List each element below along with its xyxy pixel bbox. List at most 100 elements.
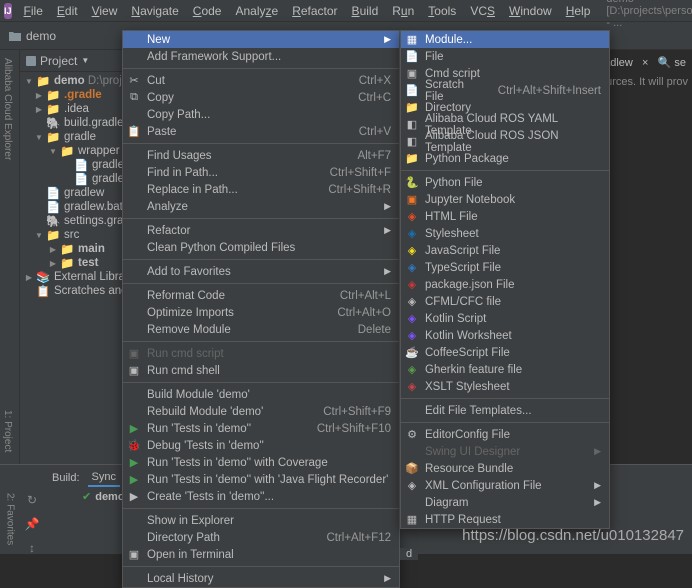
menu-create-tests[interactable]: ▶Create 'Tests in 'demo''... bbox=[123, 488, 399, 505]
submenu-javascript[interactable]: ◈JavaScript File bbox=[401, 242, 609, 259]
menu-analyze[interactable]: Analyze bbox=[229, 2, 284, 20]
tab-alibaba-explorer[interactable]: Alibaba Cloud Explorer bbox=[0, 50, 15, 168]
submenu-scratch[interactable]: 📄Scratch FileCtrl+Alt+Shift+Insert bbox=[401, 82, 609, 99]
menu-run[interactable]: Run bbox=[386, 2, 420, 20]
submenu-python-file[interactable]: 🐍Python File bbox=[401, 174, 609, 191]
submenu-cfml[interactable]: ◈CFML/CFC file bbox=[401, 293, 609, 310]
submenu-html[interactable]: ◈HTML File bbox=[401, 208, 609, 225]
submenu-kotlin-worksheet[interactable]: ◈Kotlin Worksheet bbox=[401, 327, 609, 344]
run-config-icon: ▶ bbox=[127, 490, 141, 504]
submenu-jupyter[interactable]: ▣Jupyter Notebook bbox=[401, 191, 609, 208]
menu-code[interactable]: Code bbox=[187, 2, 228, 20]
menu-new[interactable]: New▶ bbox=[123, 31, 399, 48]
menu-copy[interactable]: ⧉CopyCtrl+C bbox=[123, 89, 399, 106]
menu-find-usages[interactable]: Find UsagesAlt+F7 bbox=[123, 147, 399, 164]
submenu-edit-templates[interactable]: Edit File Templates... bbox=[401, 402, 609, 419]
menu-help[interactable]: Help bbox=[560, 2, 597, 20]
js-icon: ◈ bbox=[405, 244, 419, 258]
terminal-icon: ▣ bbox=[127, 364, 141, 378]
submenu-arrow-icon: ▶ bbox=[594, 446, 601, 457]
menu-edit[interactable]: Edit bbox=[51, 2, 84, 20]
expand-icon[interactable]: ↕ bbox=[29, 541, 35, 555]
kotlin-icon: ◈ bbox=[405, 312, 419, 326]
debug-icon: 🐞 bbox=[127, 439, 141, 453]
folder-icon bbox=[8, 29, 22, 43]
ts-icon: ◈ bbox=[405, 261, 419, 275]
new-submenu: ▦Module... 📄File ▣Cmd script 📄Scratch Fi… bbox=[400, 30, 610, 529]
tab-project[interactable]: 1: Project bbox=[0, 402, 15, 460]
submenu-resource-bundle[interactable]: 📦Resource Bundle bbox=[401, 460, 609, 477]
submenu-file[interactable]: 📄File bbox=[401, 48, 609, 65]
menu-build-module[interactable]: Build Module 'demo' bbox=[123, 386, 399, 403]
menu-window[interactable]: Window bbox=[503, 2, 558, 20]
menu-coverage[interactable]: ▶Run 'Tests in 'demo'' with Coverage bbox=[123, 454, 399, 471]
dropdown-icon[interactable]: ▼ bbox=[81, 56, 89, 65]
menu-analyze[interactable]: Analyze▶ bbox=[123, 198, 399, 215]
submenu-module[interactable]: ▦Module... bbox=[401, 31, 609, 48]
menu-find-in-path[interactable]: Find in Path...Ctrl+Shift+F bbox=[123, 164, 399, 181]
html-icon: ◈ bbox=[405, 210, 419, 224]
menu-refactor[interactable]: Refactor bbox=[286, 2, 343, 20]
menu-navigate[interactable]: Navigate bbox=[125, 2, 184, 20]
submenu-arrow-icon: ▶ bbox=[594, 480, 601, 491]
menu-run-tests[interactable]: ▶Run 'Tests in 'demo''Ctrl+Shift+F10 bbox=[123, 420, 399, 437]
menu-local-history[interactable]: Local History▶ bbox=[123, 570, 399, 587]
menu-copy-path[interactable]: Copy Path... bbox=[123, 106, 399, 123]
menu-paste[interactable]: 📋PasteCtrl+V bbox=[123, 123, 399, 140]
bundle-icon: 📦 bbox=[405, 462, 419, 476]
submenu-ros-json[interactable]: ◧Alibaba Cloud ROS JSON Template bbox=[401, 133, 609, 150]
menu-directory-path[interactable]: Directory PathCtrl+Alt+F12 bbox=[123, 529, 399, 546]
menu-clean-python[interactable]: Clean Python Compiled Files bbox=[123, 239, 399, 256]
breadcrumb-project[interactable]: demo bbox=[26, 29, 56, 43]
menu-optimize[interactable]: Optimize ImportsCtrl+Alt+O bbox=[123, 304, 399, 321]
xml-icon: ◈ bbox=[405, 479, 419, 493]
submenu-typescript[interactable]: ◈TypeScript File bbox=[401, 259, 609, 276]
menu-cut[interactable]: ✂CutCtrl+X bbox=[123, 72, 399, 89]
editorconfig-icon: ⚙ bbox=[405, 428, 419, 442]
npm-icon: ◈ bbox=[405, 278, 419, 292]
build-sync-tab[interactable]: Sync bbox=[88, 469, 120, 487]
python-pkg-icon: 📁 bbox=[405, 152, 419, 166]
submenu-arrow-icon: ▶ bbox=[594, 497, 601, 508]
submenu-http[interactable]: ▦HTTP Request bbox=[401, 511, 609, 528]
submenu-diagram[interactable]: Diagram▶ bbox=[401, 494, 609, 511]
menu-replace-in-path[interactable]: Replace in Path...Ctrl+Shift+R bbox=[123, 181, 399, 198]
menu-remove-module[interactable]: Remove ModuleDelete bbox=[123, 321, 399, 338]
panel-title: Project bbox=[40, 54, 77, 68]
submenu-xslt[interactable]: ◈XSLT Stylesheet bbox=[401, 378, 609, 395]
paste-icon: 📋 bbox=[127, 125, 141, 139]
menubar: IJ File Edit View Navigate Code Analyze … bbox=[0, 0, 692, 22]
menu-refactor[interactable]: Refactor▶ bbox=[123, 222, 399, 239]
menu-vcs[interactable]: VCS bbox=[464, 2, 501, 20]
window-title: demo [D:\projects\personal\demo] - ... bbox=[606, 0, 692, 29]
tab-favorites[interactable]: 2: Favorites bbox=[3, 485, 18, 553]
submenu-swing: Swing UI Designer▶ bbox=[401, 443, 609, 460]
menu-run-cmd-shell[interactable]: ▣Run cmd shell bbox=[123, 362, 399, 379]
python-icon: 🐍 bbox=[405, 176, 419, 190]
submenu-coffee[interactable]: ☕CoffeeScript File bbox=[401, 344, 609, 361]
submenu-editorconfig[interactable]: ⚙EditorConfig File bbox=[401, 426, 609, 443]
submenu-stylesheet[interactable]: ◈Stylesheet bbox=[401, 225, 609, 242]
submenu-overflow: d bbox=[400, 548, 418, 560]
menu-add-framework[interactable]: Add Framework Support... bbox=[123, 48, 399, 65]
menu-tools[interactable]: Tools bbox=[422, 2, 462, 20]
menu-flight-recorder[interactable]: ▶Run 'Tests in 'demo'' with 'Java Flight… bbox=[123, 471, 399, 488]
menu-view[interactable]: View bbox=[86, 2, 124, 20]
menu-file[interactable]: File bbox=[18, 2, 49, 20]
menu-add-favorites[interactable]: Add to Favorites▶ bbox=[123, 263, 399, 280]
menu-reformat[interactable]: Reformat CodeCtrl+Alt+L bbox=[123, 287, 399, 304]
menu-build[interactable]: Build bbox=[346, 2, 385, 20]
menu-rebuild-module[interactable]: Rebuild Module 'demo'Ctrl+Shift+F9 bbox=[123, 403, 399, 420]
submenu-kotlin-script[interactable]: ◈Kotlin Script bbox=[401, 310, 609, 327]
menu-open-terminal[interactable]: ▣Open in Terminal bbox=[123, 546, 399, 563]
menu-debug-tests[interactable]: 🐞Debug 'Tests in 'demo'' bbox=[123, 437, 399, 454]
pin-icon[interactable]: 📌 bbox=[25, 517, 40, 531]
editor-hint: ources. It will prov bbox=[600, 76, 688, 88]
submenu-gherkin[interactable]: ◈Gherkin feature file bbox=[401, 361, 609, 378]
menu-show-explorer[interactable]: Show in Explorer bbox=[123, 512, 399, 529]
submenu-python-pkg[interactable]: 📁Python Package bbox=[401, 150, 609, 167]
submenu-package-json[interactable]: ◈package.json File bbox=[401, 276, 609, 293]
sync-icon[interactable]: ↻ bbox=[27, 493, 37, 507]
app-icon: IJ bbox=[4, 3, 12, 19]
submenu-xml-config[interactable]: ◈XML Configuration File▶ bbox=[401, 477, 609, 494]
